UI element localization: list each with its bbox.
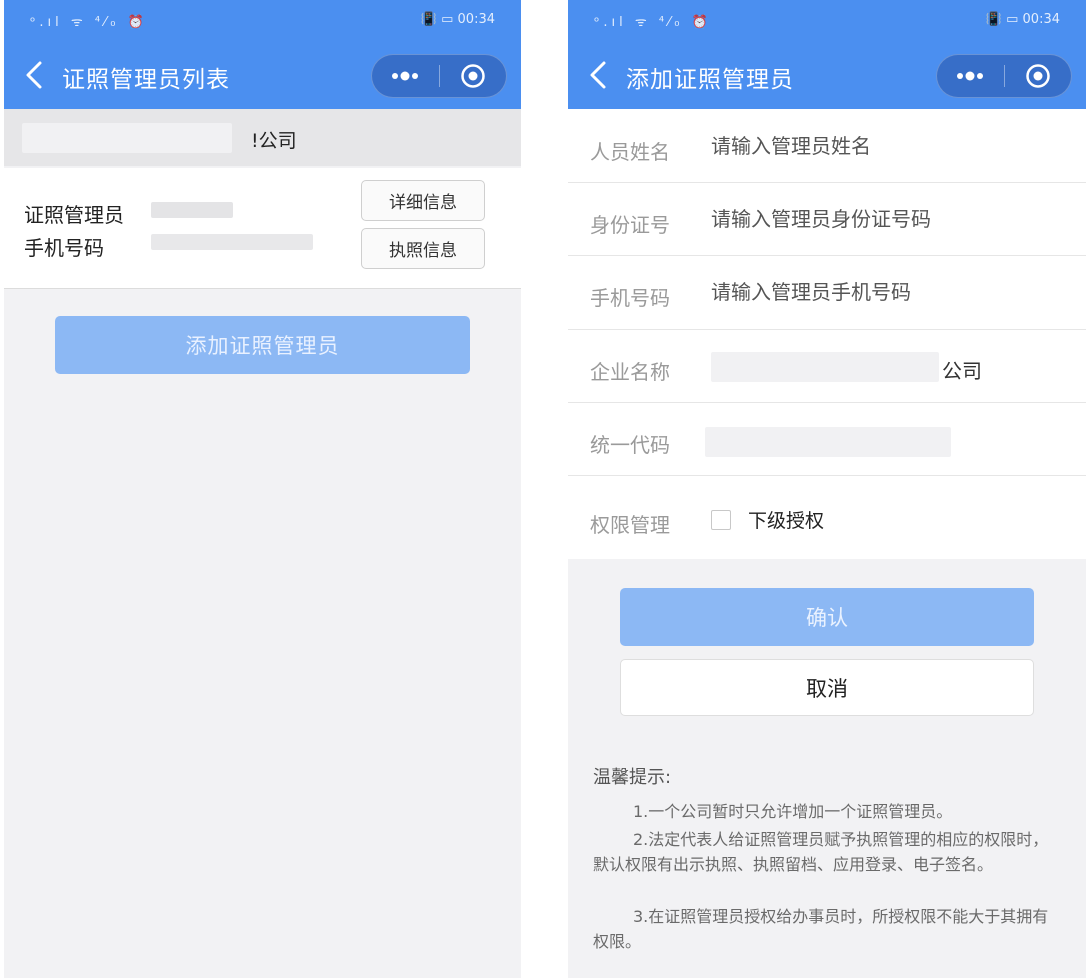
phone-input[interactable] (711, 280, 1051, 304)
tip-item: 3.在证照管理员授权给办事员时，所授权限不能大于其拥有权限。 (593, 907, 1049, 951)
close-target-icon[interactable] (440, 55, 506, 97)
tips-title: 温馨提示: (593, 767, 672, 788)
more-dots-icon[interactable] (937, 55, 1003, 97)
back-chevron-icon[interactable] (586, 58, 610, 92)
permission-row: 权限管理 下级授权 (568, 476, 1086, 559)
phone-row: 手机号码 (568, 256, 1086, 330)
close-target-icon[interactable] (1005, 55, 1071, 97)
status-bar: ᵒ.ıl ᯤ ⁴⁄₀ ⏰ 📳 ▭ 00:34 (568, 10, 1086, 36)
company-suffix: !公司 (251, 130, 297, 152)
redacted-admin-name (151, 202, 233, 218)
mini-program-capsule (936, 54, 1072, 98)
redacted-company-name (22, 123, 232, 153)
id-label: 身份证号 (590, 213, 670, 237)
name-row: 人员姓名 (568, 109, 1086, 183)
status-bar: ᵒ.ıl ᯤ ⁴⁄₀ ⏰ 📳 ▭ 00:34 (4, 10, 521, 36)
cancel-button[interactable]: 取消 (620, 659, 1034, 716)
add-admin-form: 人员姓名 身份证号 手机号码 企业名称 公司 统一代码 权限管理 下级授权 (568, 109, 1086, 559)
license-info-button[interactable]: 执照信息 (361, 228, 485, 269)
subordinate-auth-label[interactable]: 下级授权 (748, 506, 824, 533)
nav-header: ᵒ.ıl ᯤ ⁴⁄₀ ⏰ 📳 ▭ 00:34 添加证照管理员 (568, 0, 1086, 109)
company-label: 企业名称 (590, 360, 670, 384)
redacted-company-name (711, 352, 939, 382)
admin-card: 证照管理员 手机号码 详细信息 执照信息 (4, 168, 521, 289)
add-admin-button[interactable]: 添加证照管理员 (55, 316, 470, 374)
name-input[interactable] (711, 134, 1051, 158)
add-admin-screen: ᵒ.ıl ᯤ ⁴⁄₀ ⏰ 📳 ▭ 00:34 添加证照管理员 人员姓名 身份证号 (568, 0, 1086, 978)
code-label: 统一代码 (590, 433, 670, 457)
status-left: ᵒ.ıl ᯤ ⁴⁄₀ ⏰ (30, 15, 148, 30)
detail-info-button[interactable]: 详细信息 (361, 180, 485, 221)
mini-program-capsule (371, 54, 507, 98)
id-row: 身份证号 (568, 183, 1086, 256)
permission-label: 权限管理 (590, 513, 670, 537)
status-right: 📳 ▭ 00:34 (420, 12, 495, 27)
phone-label: 手机号码 (24, 236, 104, 260)
company-suffix: 公司 (942, 359, 982, 383)
page-title: 添加证照管理员 (626, 67, 794, 93)
tip-item: 1.一个公司暂时只允许增加一个证照管理员。 (633, 802, 953, 821)
company-row: 企业名称 公司 (568, 330, 1086, 403)
name-label: 人员姓名 (590, 140, 670, 164)
checkbox-icon[interactable] (711, 510, 731, 530)
status-left: ᵒ.ıl ᯤ ⁴⁄₀ ⏰ (594, 15, 712, 30)
tip-item: 2.法定代表人给证照管理员赋予执照管理的相应的权限时，默认权限有出示执照、执照留… (593, 830, 1049, 874)
redacted-phone-number (151, 234, 313, 250)
admin-label: 证照管理员 (24, 203, 124, 227)
status-right: 📳 ▭ 00:34 (985, 12, 1060, 27)
back-chevron-icon[interactable] (22, 58, 46, 92)
page-title: 证照管理员列表 (62, 67, 230, 93)
admin-list-screen: ᵒ.ıl ᯤ ⁴⁄₀ ⏰ 📳 ▭ 00:34 证照管理员列表 !公司 证照管理员… (4, 0, 521, 978)
more-dots-icon[interactable] (372, 55, 438, 97)
code-row: 统一代码 (568, 403, 1086, 476)
redacted-unified-code (705, 427, 951, 457)
phone-label: 手机号码 (590, 286, 670, 310)
id-number-input[interactable] (711, 207, 1051, 231)
company-name-bar: !公司 (4, 109, 521, 166)
nav-header: ᵒ.ıl ᯤ ⁴⁄₀ ⏰ 📳 ▭ 00:34 证照管理员列表 (4, 0, 521, 109)
confirm-button[interactable]: 确认 (620, 588, 1034, 646)
